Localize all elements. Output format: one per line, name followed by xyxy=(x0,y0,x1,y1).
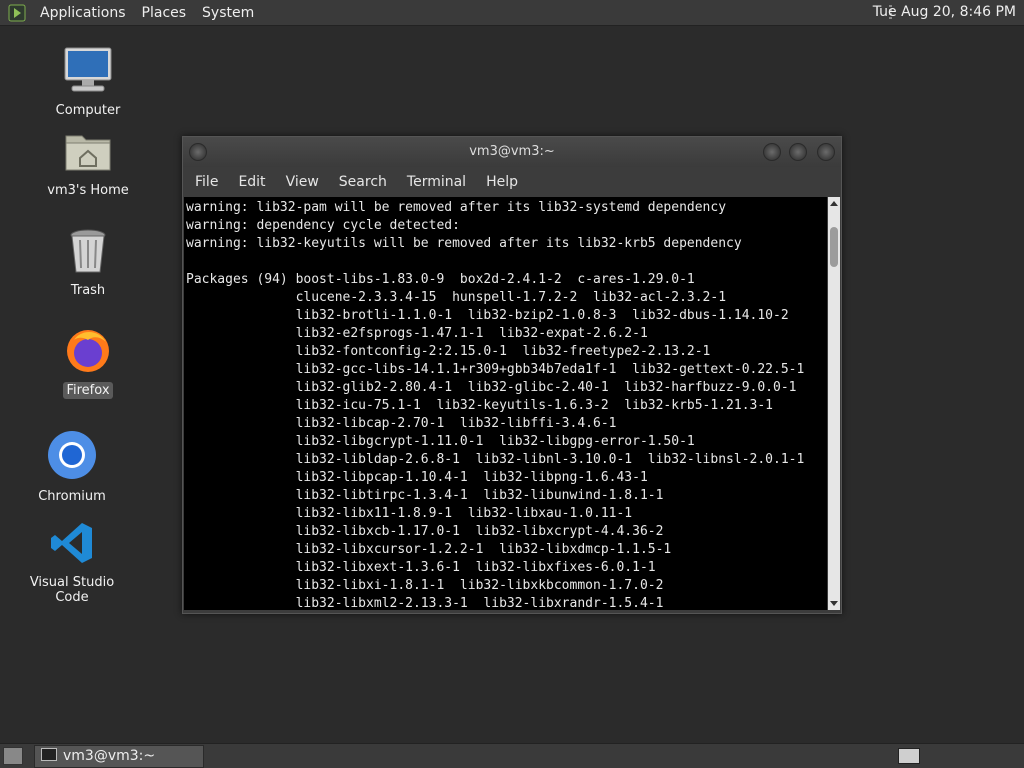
terminal-line: lib32-libxi-1.8.1-1 lib32-libxkbcommon-1… xyxy=(186,578,664,593)
menu-search[interactable]: Search xyxy=(329,174,397,190)
desktop-icon-home[interactable]: vm3's Home xyxy=(33,128,143,199)
desktop-icon-vscode[interactable]: Visual Studio Code xyxy=(17,520,127,606)
terminal-line: lib32-libxml2-2.13.3-1 lib32-libxrandr-1… xyxy=(186,596,664,610)
desktop-icon-label: vm3's Home xyxy=(47,183,129,198)
window-title: vm3@vm3:~ xyxy=(469,144,555,159)
terminal-scrollbar[interactable] xyxy=(828,197,840,610)
maximize-button[interactable] xyxy=(789,143,807,161)
terminal-line: lib32-brotli-1.1.0-1 lib32-bzip2-1.0.8-3… xyxy=(186,308,789,323)
scroll-down-arrow-icon[interactable] xyxy=(830,601,838,606)
scroll-up-arrow-icon[interactable] xyxy=(830,201,838,206)
terminal-line: lib32-libgcrypt-1.11.0-1 lib32-libgpg-er… xyxy=(186,434,695,449)
chromium-icon xyxy=(17,430,127,484)
system-menu[interactable]: System xyxy=(194,5,262,21)
menu-file[interactable]: File xyxy=(185,174,228,190)
terminal-line: lib32-libcap-2.70-1 lib32-libffi-3.4.6-1 xyxy=(186,416,617,431)
trash-icon xyxy=(33,228,143,278)
desktop-icon-label: Trash xyxy=(70,283,106,298)
terminal-output-area[interactable]: warning: lib32-pam will be removed after… xyxy=(184,197,827,610)
terminal-line: lib32-fontconfig-2:2.15.0-1 lib32-freety… xyxy=(186,344,711,359)
desktop-icon-label: Computer xyxy=(55,103,121,118)
terminal-line: warning: lib32-pam will be removed after… xyxy=(186,200,727,215)
terminal-line: lib32-libxext-1.3.6-1 lib32-libxfixes-6.… xyxy=(186,560,656,575)
terminal-line: lib32-libxcb-1.17.0-1 lib32-libxcrypt-4.… xyxy=(186,524,664,539)
terminal-line: lib32-libtirpc-1.3.4-1 lib32-libunwind-1… xyxy=(186,488,664,503)
terminal-line: warning: lib32-keyutils will be removed … xyxy=(186,236,742,251)
terminal-line: lib32-e2fsprogs-1.47.1-1 lib32-expat-2.6… xyxy=(186,326,648,341)
computer-icon xyxy=(33,46,143,98)
terminal-line: lib32-libx11-1.8.9-1 lib32-libxau-1.0.11… xyxy=(186,506,633,521)
workspace-switcher[interactable] xyxy=(898,748,920,764)
terminal-line: lib32-gcc-libs-14.1.1+r309+gbb34b7eda1f-… xyxy=(186,362,805,377)
terminal-output-text: warning: lib32-pam will be removed after… xyxy=(184,197,827,610)
menu-terminal[interactable]: Terminal xyxy=(397,174,476,190)
terminal-line: lib32-icu-75.1-1 lib32-keyutils-1.6.3-2 … xyxy=(186,398,773,413)
desktop-icon-firefox[interactable]: Firefox xyxy=(33,326,143,399)
distro-logo-icon[interactable] xyxy=(8,4,26,22)
home-folder-icon xyxy=(33,128,143,178)
window-menu-button[interactable] xyxy=(189,143,207,161)
close-button[interactable] xyxy=(817,143,835,161)
terminal-line: lib32-libxcursor-1.2.2-1 lib32-libxdmcp-… xyxy=(186,542,672,557)
show-desktop-icon[interactable] xyxy=(3,747,23,765)
terminal-line: clucene-2.3.3.4-15 hunspell-1.7.2-2 lib3… xyxy=(186,290,727,305)
scrollbar-thumb[interactable] xyxy=(830,227,838,267)
menu-edit[interactable]: Edit xyxy=(228,174,275,190)
window-titlebar[interactable]: vm3@vm3:~ xyxy=(183,137,841,167)
vscode-icon xyxy=(17,520,127,570)
terminal-line: Packages (94) boost-libs-1.83.0-9 box2d-… xyxy=(186,272,695,287)
desktop-icon-label: Firefox xyxy=(63,382,113,399)
menu-view[interactable]: View xyxy=(276,174,329,190)
firefox-icon xyxy=(33,326,143,378)
terminal-icon xyxy=(41,748,57,761)
terminal-line: warning: dependency cycle detected: xyxy=(186,218,460,233)
desktop-icon-label: Chromium xyxy=(38,489,106,504)
terminal-line: lib32-libldap-2.6.8-1 lib32-libnl-3.10.0… xyxy=(186,452,805,467)
desktop-icon-chromium[interactable]: Chromium xyxy=(17,430,127,505)
taskbar-item-terminal[interactable]: vm3@vm3:~ xyxy=(34,745,204,768)
desktop-icon-label: Visual Studio Code xyxy=(29,575,115,605)
terminal-line: lib32-libpcap-1.10.4-1 lib32-libpng-1.6.… xyxy=(186,470,648,485)
taskbar-item-label: vm3@vm3:~ xyxy=(63,748,156,764)
terminal-window[interactable]: vm3@vm3:~ File Edit View Search Terminal… xyxy=(182,136,842,614)
places-menu[interactable]: Places xyxy=(134,5,195,21)
desktop-icon-trash[interactable]: Trash xyxy=(33,228,143,299)
top-panel: Applications Places System Tue Aug 20, 8… xyxy=(0,0,1024,26)
desktop-icon-computer[interactable]: Computer xyxy=(33,46,143,119)
terminal-line: lib32-glib2-2.80.4-1 lib32-glibc-2.40-1 … xyxy=(186,380,797,395)
bottom-panel: vm3@vm3:~ xyxy=(0,743,1024,768)
minimize-button[interactable] xyxy=(763,143,781,161)
terminal-menubar: File Edit View Search Terminal Help xyxy=(183,167,841,197)
applications-menu[interactable]: Applications xyxy=(32,5,134,21)
menu-help[interactable]: Help xyxy=(476,174,528,190)
clock[interactable]: Tue Aug 20, 8:46 PM xyxy=(873,4,1016,20)
